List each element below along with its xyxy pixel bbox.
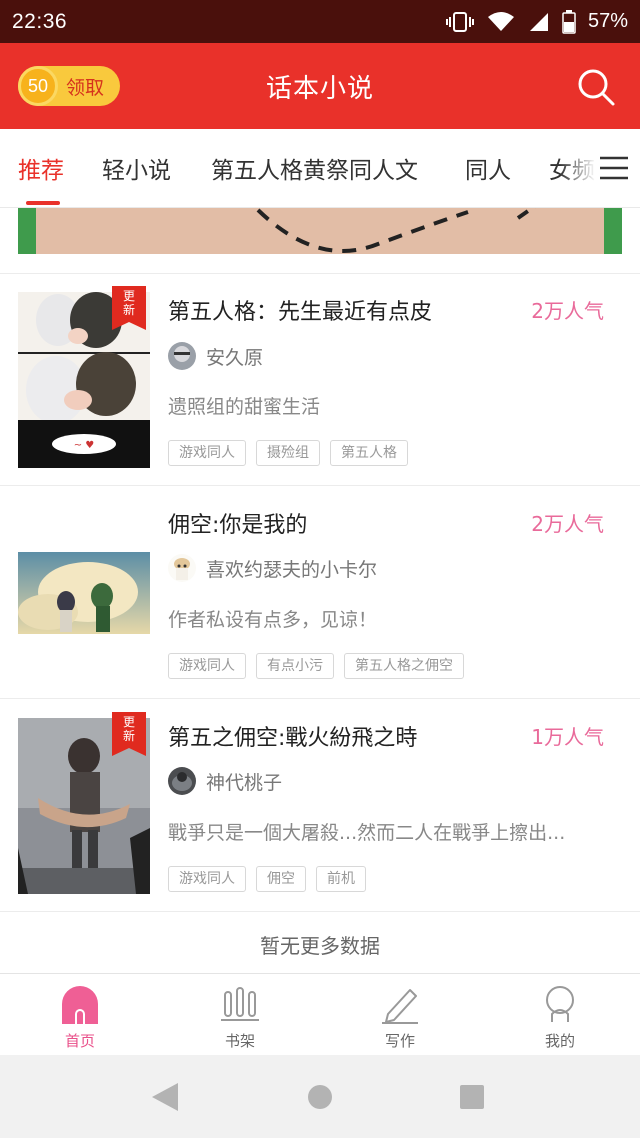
avatar	[168, 767, 196, 795]
book-item[interactable]: ~ ♥ 更新 第五人格：先生最近有点皮 2万人气 安久原 遗照组的甜蜜生活 游戏…	[0, 274, 640, 486]
battery-icon	[562, 9, 576, 34]
wifi-icon	[486, 11, 516, 33]
book-item[interactable]: 更新 第五之佣空:戰火紛飛之時 1万人气 神代桃子 戰爭只是一個大屠殺...然而…	[0, 700, 640, 912]
nav-bookshelf[interactable]: 书架	[160, 974, 320, 1056]
tab-recommend[interactable]: 推荐	[18, 151, 64, 185]
nav-home[interactable]: 首页	[0, 974, 160, 1056]
book-item[interactable]: 佣空:你是我的 2万人气 喜欢约瑟夫的小卡尔 作者私设有点多，见谅！ 游戏同人 …	[0, 487, 640, 699]
status-time: 22:36	[12, 9, 68, 33]
back-icon[interactable]	[150, 1081, 180, 1113]
book-description: 遗照组的甜蜜生活	[168, 396, 321, 418]
svg-text:~ ♥: ~ ♥	[74, 440, 95, 451]
tag[interactable]: 有点小污	[256, 653, 334, 679]
profile-icon	[540, 984, 580, 1024]
tab-fan-fiction[interactable]: 同人	[465, 151, 511, 185]
author-name[interactable]: 安久原	[206, 343, 263, 370]
popularity: 2万人气	[531, 512, 604, 536]
book-title[interactable]: 佣空:你是我的	[168, 507, 307, 539]
signal-icon	[528, 11, 550, 33]
banner-image[interactable]	[18, 208, 622, 254]
book-title[interactable]: 第五人格：先生最近有点皮	[168, 294, 432, 326]
tag-list: 游戏同人 摄殓组 第五人格	[168, 440, 408, 466]
claim-coins-button[interactable]: 50 领取	[18, 66, 120, 106]
tab-identity-v-fanfic[interactable]: 第五人格黄祭同人文	[211, 151, 418, 185]
book-title[interactable]: 第五之佣空:戰火紛飛之時	[168, 720, 417, 752]
tag[interactable]: 前机	[316, 866, 366, 892]
system-nav-bar	[0, 1055, 640, 1138]
nav-write[interactable]: 写作	[320, 974, 480, 1056]
write-icon	[380, 984, 420, 1024]
book-description: 作者私设有点多，见谅！	[168, 609, 378, 631]
recents-icon[interactable]	[459, 1084, 485, 1110]
app-title: 话本小说	[265, 73, 374, 104]
tag-list: 游戏同人 佣空 前机	[168, 866, 366, 892]
tag[interactable]: 佣空	[256, 866, 306, 892]
book-description: 戰爭只是一個大屠殺...然而二人在戰爭上擦出...	[168, 822, 566, 844]
avatar	[168, 342, 196, 370]
active-tab-indicator	[26, 201, 60, 205]
tab-light-novel[interactable]: 轻小说	[102, 151, 171, 185]
bottom-nav: 首页 书架 写作 我的	[0, 973, 640, 1055]
nav-profile[interactable]: 我的	[480, 974, 640, 1056]
book-cover[interactable]	[18, 552, 150, 634]
update-badge: 更新	[112, 712, 146, 756]
tag[interactable]: 游戏同人	[168, 866, 246, 892]
tag-list: 游戏同人 有点小污 第五人格之佣空	[168, 653, 464, 679]
search-icon[interactable]	[576, 67, 616, 107]
popularity: 2万人气	[531, 299, 604, 323]
update-badge: 更新	[112, 286, 146, 330]
bookshelf-icon	[220, 984, 260, 1024]
tag[interactable]: 第五人格	[330, 440, 408, 466]
author-name[interactable]: 神代桃子	[206, 768, 282, 795]
tag[interactable]: 游戏同人	[168, 653, 246, 679]
author-name[interactable]: 喜欢约瑟夫的小卡尔	[206, 555, 377, 582]
no-more-data-text: 暂无更多数据	[0, 913, 640, 973]
avatar	[168, 554, 196, 582]
coin-icon: 50	[18, 66, 58, 106]
tag[interactable]: 摄殓组	[256, 440, 320, 466]
claim-label: 领取	[66, 76, 105, 99]
tag[interactable]: 游戏同人	[168, 440, 246, 466]
home-icon	[60, 984, 100, 1024]
battery-percent: 57%	[587, 10, 628, 32]
category-tabs: 推荐 轻小说 第五人格黄祭同人文 同人 女频	[0, 129, 640, 208]
home-circle-icon[interactable]	[307, 1084, 333, 1110]
menu-icon[interactable]	[598, 155, 630, 181]
popularity: 1万人气	[531, 725, 604, 749]
app-header: 50 领取 话本小说	[0, 43, 640, 129]
vibrate-icon	[445, 11, 474, 33]
status-bar: 22:36 57%	[0, 0, 640, 43]
tag[interactable]: 第五人格之佣空	[344, 653, 464, 679]
